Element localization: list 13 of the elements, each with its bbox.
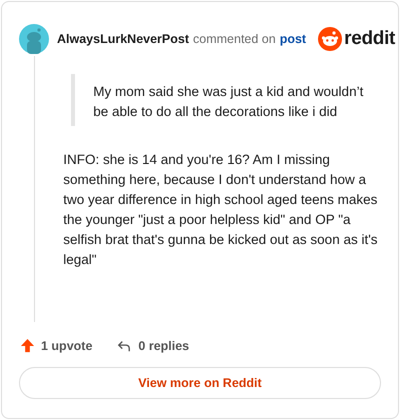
comment-text: INFO: she is 14 and you're 16? Am I missing something here, because I don't understand how a two year difference in high school aged teens makes the younger "just a poor helpless kid" and OP "a selfish brat that's gunna be kicked out as soon as it's legal" (63, 151, 379, 269)
reddit-wordmark: reddit (344, 28, 396, 50)
quote-text: My mom said she was just a kid and wouldn’t be able to do all the decorations like i did (93, 83, 364, 121)
reply-count: 0 replies (138, 338, 190, 352)
post-link[interactable]: post (280, 32, 306, 46)
upvote-count: 1 upvote (41, 338, 92, 352)
avatar-icon (19, 24, 49, 54)
reply-icon[interactable] (116, 338, 132, 352)
view-more-button[interactable]: View more on Reddit (19, 367, 381, 399)
action-text: commented on (193, 32, 276, 46)
alien-logo-icon (318, 27, 342, 51)
author-name[interactable]: AlwaysLurkNeverPost (57, 32, 190, 46)
upvote-icon[interactable] (20, 338, 35, 353)
